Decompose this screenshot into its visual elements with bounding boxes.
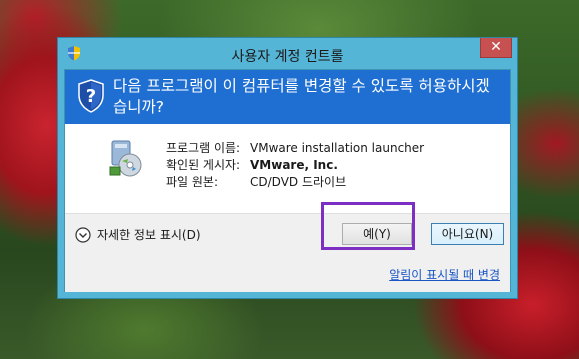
uac-dialog: 사용자 계정 컨트롤 ✕ ? 다음 프로그램이 이 컴퓨터를 변경할 수 있도록… [57,37,518,299]
dialog-content: ? 다음 프로그램이 이 컴퓨터를 변경할 수 있도록 허용하시겠습니까? 프로… [64,69,511,292]
info-value: CD/DVD 드라이브 [250,175,347,189]
program-icon [109,140,142,177]
dialog-title: 사용자 계정 컨트롤 [231,49,344,65]
info-row-program-name: 프로그램 이름: VMware installation launcher [166,140,424,157]
question-text: 다음 프로그램이 이 컴퓨터를 변경할 수 있도록 허용하시겠습니까? [113,77,490,116]
info-row-file-origin: 파일 원본: CD/DVD 드라이브 [166,174,424,191]
close-button[interactable]: ✕ [480,38,512,58]
info-row-publisher: 확인된 게시자: VMware, Inc. [166,157,424,174]
no-button[interactable]: 아니요(N) [431,223,504,245]
chevron-down-icon [75,226,91,243]
title-bar: 사용자 계정 컨트롤 ✕ [58,38,517,68]
info-label: 확인된 게시자: [166,158,241,172]
yes-button[interactable]: 예(Y) [342,223,412,245]
close-icon: ✕ [490,39,502,55]
info-label: 파일 원본: [166,175,219,189]
info-value: VMware installation launcher [250,141,425,155]
program-info: 프로그램 이름: VMware installation launcher 확인된… [166,140,424,191]
dialog-footer: 자세한 정보 표시(D) 예(Y) 아니요(N) 알림이 표시될 때 변경 [65,213,510,292]
info-label: 프로그램 이름: [166,141,241,155]
question-shield-icon: ? [78,79,104,113]
change-notification-link[interactable]: 알림이 표시될 때 변경 [389,266,500,283]
show-details-label: 자세한 정보 표시(D) [97,228,201,242]
svg-text:?: ? [86,86,96,107]
show-details-toggle[interactable]: 자세한 정보 표시(D) [75,226,201,243]
question-header: ? 다음 프로그램이 이 컴퓨터를 변경할 수 있도록 허용하시겠습니까? [65,70,510,124]
info-value: VMware, Inc. [250,158,338,172]
